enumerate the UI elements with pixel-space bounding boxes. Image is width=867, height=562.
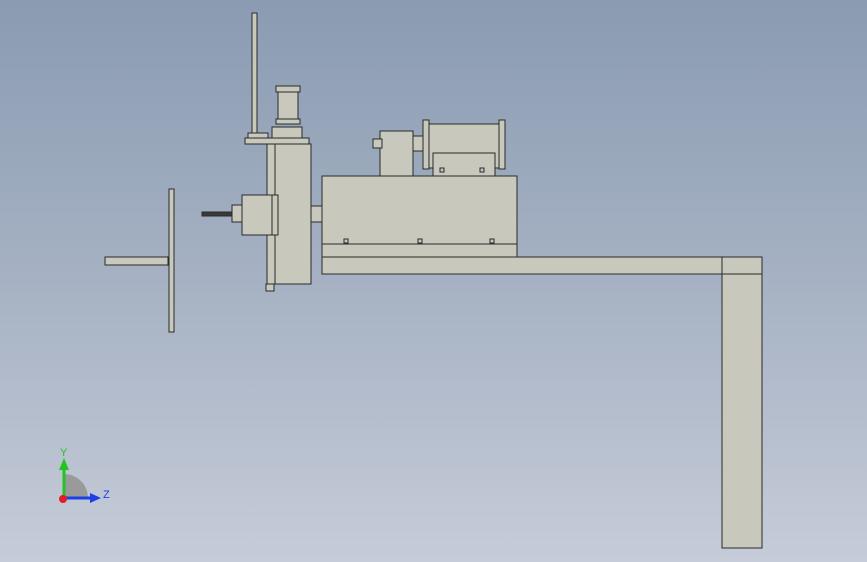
y-axis-arrowhead — [59, 458, 69, 470]
machine-assembly-side-view[interactable]: Y Z — [0, 0, 867, 562]
bearing-block-part[interactable] — [372, 130, 426, 177]
vertical-post-part[interactable] — [721, 256, 763, 549]
x-axis-dot — [59, 495, 67, 503]
vertical-rod-part[interactable] — [251, 12, 258, 141]
z-axis-label: Z — [103, 489, 110, 501]
cad-graphics-viewport[interactable]: Y Z — [0, 0, 867, 562]
handwheel-part[interactable] — [104, 188, 175, 333]
z-axis-arrowhead — [90, 493, 101, 503]
y-axis-label: Y — [60, 447, 68, 459]
sensor-block-part[interactable] — [231, 194, 279, 236]
motor-part[interactable] — [422, 119, 506, 177]
horizontal-beam-part[interactable] — [321, 256, 723, 275]
spindle-nose-part[interactable] — [310, 205, 324, 223]
gearbox-housing-part[interactable] — [321, 175, 518, 264]
cable-part[interactable] — [201, 211, 234, 217]
axis-triad: Y Z — [59, 447, 110, 503]
triad-quadrant — [64, 474, 88, 498]
